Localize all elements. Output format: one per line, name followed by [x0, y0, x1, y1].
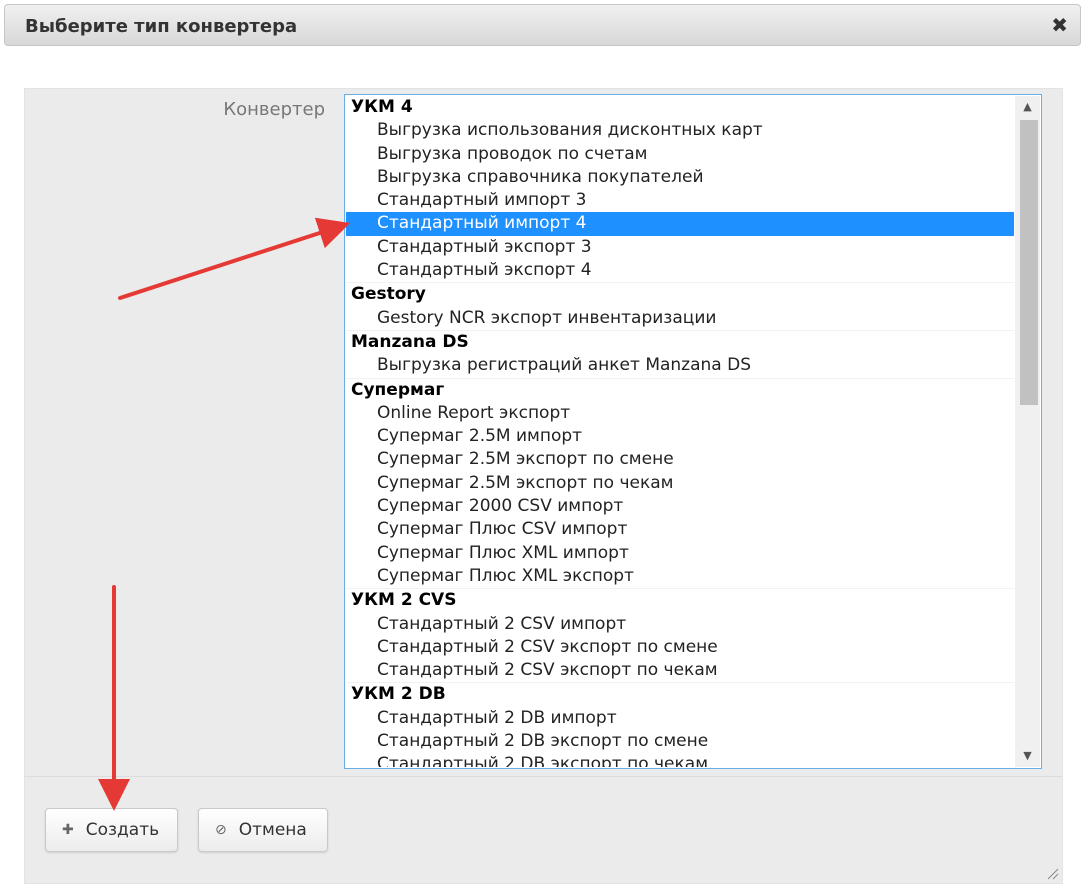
resize-grip-icon[interactable]: [1045, 866, 1059, 880]
converter-option[interactable]: Супермаг Плюс XML импорт: [346, 542, 1014, 565]
dialog-content: Конвертер УКМ 4 Выгрузка использования ди…: [24, 88, 1063, 884]
converter-option[interactable]: Супермаг Плюс CSV импорт: [346, 518, 1014, 541]
create-button[interactable]: ✚ Создать: [45, 808, 178, 852]
converter-option[interactable]: Супермаг Плюс XML экспорт: [346, 565, 1014, 588]
converter-option[interactable]: Выгрузка регистраций анкет Manzana DS: [346, 354, 1014, 377]
plus-icon: ✚: [62, 822, 74, 838]
converter-option[interactable]: Online Report экспорт: [346, 402, 1014, 425]
dialog-title: Выберите тип конвертера: [25, 16, 298, 37]
converter-options: УКМ 4 Выгрузка использования дисконтных к…: [346, 96, 1014, 767]
dialog-titlebar: Выберите тип конвертера ✖: [4, 4, 1081, 46]
converter-listbox[interactable]: УКМ 4 Выгрузка использования дисконтных к…: [344, 94, 1042, 769]
create-button-label: Создать: [85, 820, 160, 840]
optgroup-label: Gestory: [346, 282, 1014, 306]
optgroup-label: Супермаг: [346, 377, 1014, 402]
converter-option[interactable]: Супермаг 2.5M экспорт по смене: [346, 448, 1014, 471]
close-icon[interactable]: ✖: [1051, 14, 1068, 36]
optgroup-label: УКМ 4: [351, 97, 413, 117]
cancel-button[interactable]: ⊘ Отмена: [198, 808, 328, 852]
scroll-thumb[interactable]: [1020, 120, 1038, 405]
converter-option[interactable]: Стандартный 2 DB экспорт по смене: [346, 730, 1014, 753]
converter-option[interactable]: Стандартный 2 DB экспорт по чекам: [346, 753, 1014, 767]
form-area: Конвертер УКМ 4 Выгрузка использования ди…: [25, 89, 1062, 777]
listbox-scrollbar[interactable]: ▲ ▼: [1015, 96, 1040, 767]
converter-option[interactable]: Выгрузка справочника покупателей: [346, 166, 1014, 189]
converter-dialog: Выберите тип конвертера ✖ Конвертер УКМ …: [0, 0, 1087, 892]
converter-option[interactable]: Gestory NCR экспорт инвентаризации: [346, 307, 1014, 330]
converter-option-selected[interactable]: Стандартный импорт 4: [346, 212, 1014, 236]
converter-option[interactable]: Стандартный 2 CSV экспорт по смене: [346, 636, 1014, 659]
scroll-up-arrow-icon[interactable]: ▲: [1015, 96, 1040, 118]
converter-option[interactable]: Стандартный 2 CSV импорт: [346, 613, 1014, 636]
converter-option[interactable]: Стандартный 2 CSV экспорт по чекам: [346, 659, 1014, 682]
converter-option[interactable]: Выгрузка проводок по счетам: [346, 143, 1014, 166]
cancel-button-label: Отмена: [238, 820, 307, 840]
optgroup-label: УКМ 2 DB: [346, 682, 1014, 706]
converter-label: Конвертер: [223, 99, 325, 120]
converter-option[interactable]: Стандартный импорт 3: [346, 189, 1014, 212]
converter-option[interactable]: Стандартный 2 DB импорт: [346, 707, 1014, 730]
ban-icon: ⊘: [215, 822, 227, 838]
converter-option[interactable]: Стандартный экспорт 4: [346, 259, 1014, 282]
converter-option[interactable]: Выгрузка использования дисконтных карт: [346, 119, 1014, 142]
optgroup-label: УКМ 2 CVS: [346, 588, 1014, 612]
converter-option[interactable]: Стандартный экспорт 3: [346, 236, 1014, 259]
scroll-down-arrow-icon[interactable]: ▼: [1015, 745, 1040, 767]
converter-option[interactable]: Супермаг 2000 CSV импорт: [346, 495, 1014, 518]
converter-option[interactable]: Супермаг 2.5M импорт: [346, 425, 1014, 448]
converter-option[interactable]: Супермаг 2.5M экспорт по чекам: [346, 472, 1014, 495]
optgroup-label: Manzana DS: [346, 329, 1014, 354]
